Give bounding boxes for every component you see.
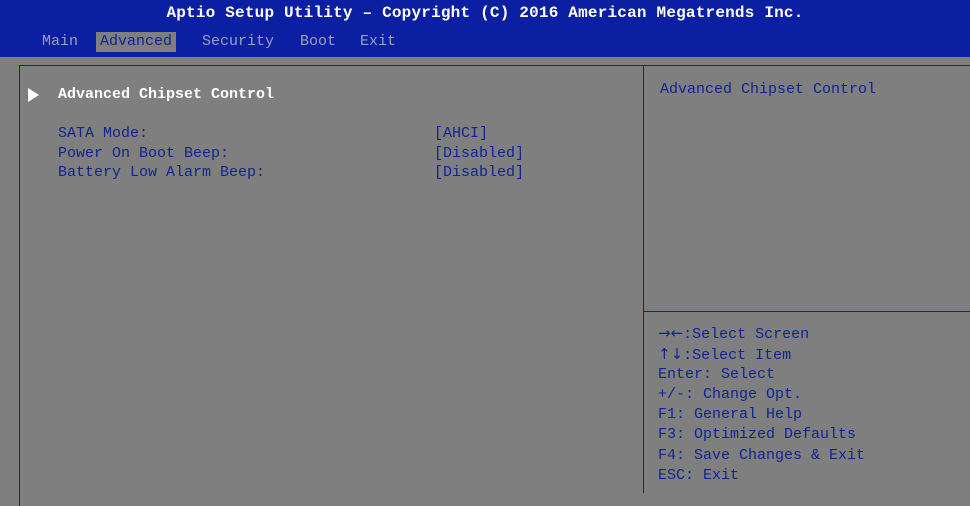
submenu-label: Advanced Chipset Control <box>58 86 275 103</box>
help-separator <box>644 311 970 312</box>
panel-divider <box>643 65 644 493</box>
tab-exit[interactable]: Exit <box>356 32 400 52</box>
key-hint-text: :Select Screen <box>683 326 810 343</box>
sata-mode-label: SATA Mode: <box>58 125 149 142</box>
key-hint-general-help: F1: General Help <box>658 406 803 423</box>
tab-advanced[interactable]: Advanced <box>96 32 177 52</box>
tab-main[interactable]: Main <box>38 32 82 52</box>
key-hint-select-screen: →←:Select Screen <box>658 324 809 343</box>
left-right-arrows-icon: →← <box>658 324 684 342</box>
key-hint-optimized-defaults: F3: Optimized Defaults <box>658 426 857 443</box>
app-title: Aptio Setup Utility – Copyright (C) 2016… <box>166 4 804 22</box>
up-down-arrows-icon: ↑↓ <box>658 345 684 363</box>
key-hint-change-opt: +/-: Change Opt. <box>658 386 803 403</box>
key-hint-esc-exit: ESC: Exit <box>658 467 740 484</box>
battery-low-alarm-beep-value[interactable]: [Disabled] <box>434 164 524 181</box>
help-description: Advanced Chipset Control <box>660 81 877 98</box>
title-bar: Aptio Setup Utility – Copyright (C) 2016… <box>0 0 970 57</box>
sata-mode-value[interactable]: [AHCI] <box>434 125 488 142</box>
key-hint-text: :Select Item <box>683 347 792 364</box>
triangle-right-icon <box>28 88 39 102</box>
tab-security[interactable]: Security <box>198 32 278 52</box>
key-hint-enter: Enter: Select <box>658 366 776 383</box>
key-hint-select-item: ↑↓:Select Item <box>658 345 791 364</box>
power-on-boot-beep-label: Power On Boot Beep: <box>58 145 230 162</box>
battery-low-alarm-beep-label: Battery Low Alarm Beep: <box>58 164 266 181</box>
power-on-boot-beep-value[interactable]: [Disabled] <box>434 145 524 162</box>
key-hint-save-exit: F4: Save Changes & Exit <box>658 447 866 464</box>
tab-boot[interactable]: Boot <box>296 32 340 52</box>
